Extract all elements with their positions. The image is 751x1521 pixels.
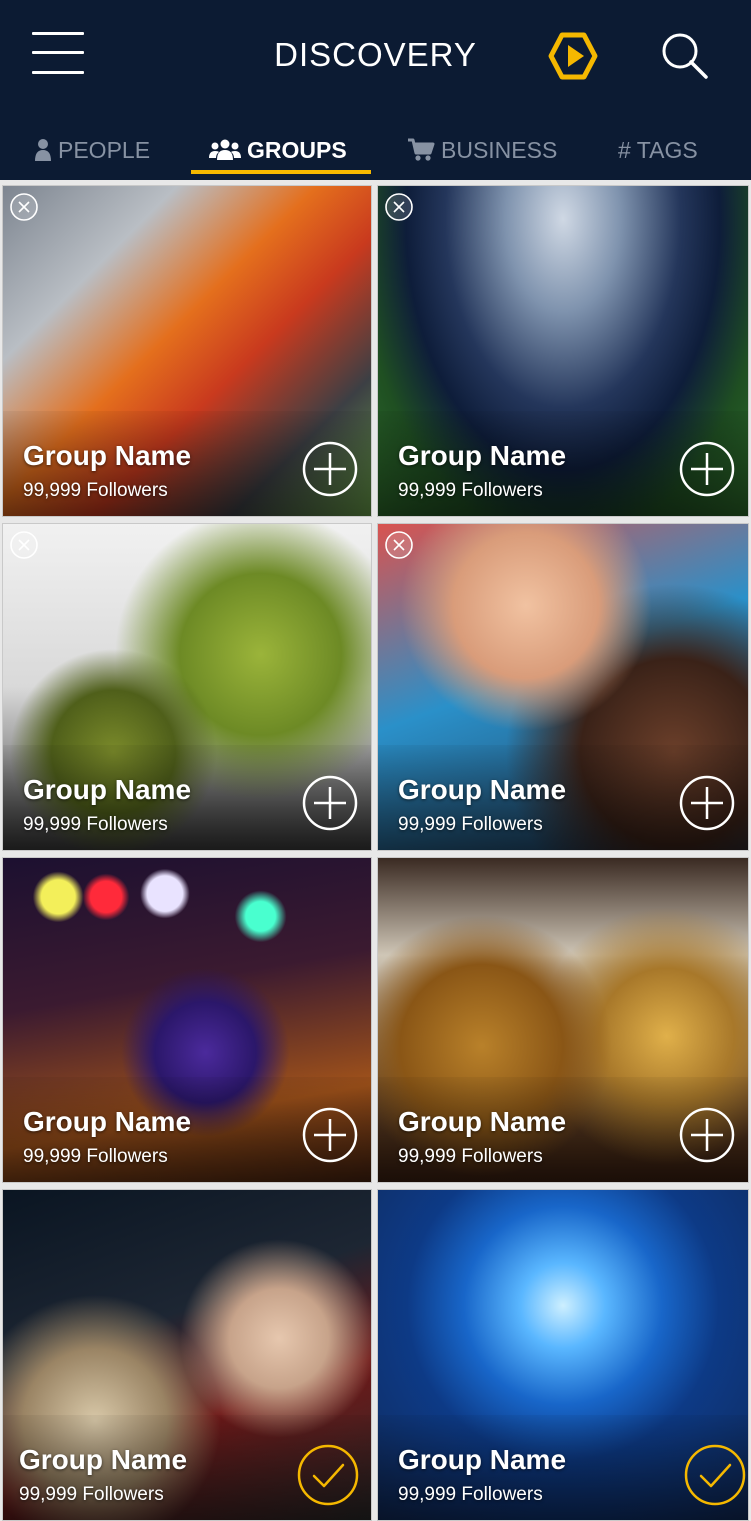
add-group-icon[interactable] <box>301 440 359 498</box>
joined-check-icon[interactable] <box>684 1444 746 1506</box>
add-group-icon[interactable] <box>678 1106 736 1164</box>
group-name: Group Name <box>19 1444 188 1475</box>
add-group-icon[interactable] <box>301 774 359 832</box>
add-group-icon[interactable] <box>301 1106 359 1164</box>
group-card[interactable]: Group Name 99,999 Followers <box>2 523 372 851</box>
followers-count: 99,999 Followers <box>23 814 168 835</box>
cart-icon <box>407 137 435 163</box>
group-card[interactable]: Group Name 99,999 Followers <box>2 857 372 1183</box>
followers-count: 99,999 Followers <box>398 1146 543 1167</box>
group-name: Group Name <box>398 774 567 805</box>
group-name: Group Name <box>23 440 192 471</box>
tab-business[interactable]: BUSINESS <box>407 132 557 168</box>
group-icon <box>209 139 241 161</box>
person-icon <box>34 138 52 162</box>
group-name: Group Name <box>398 440 567 471</box>
group-name: Group Name <box>23 774 192 805</box>
group-name: Group Name <box>398 1106 567 1137</box>
group-card[interactable]: Group Name 99,999 Followers <box>377 857 749 1183</box>
tab-people[interactable]: PEOPLE <box>34 132 150 168</box>
tab-groups[interactable]: GROUPS <box>209 132 347 168</box>
tab-tags[interactable]: # TAGS <box>618 132 698 168</box>
followers-count: 99,999 Followers <box>23 480 168 501</box>
group-card[interactable]: Group Name 99,999 Followers <box>377 1189 749 1521</box>
followers-count: 99,999 Followers <box>398 814 543 835</box>
add-group-icon[interactable] <box>678 774 736 832</box>
remove-icon[interactable] <box>384 530 414 560</box>
joined-check-icon[interactable] <box>297 1444 359 1506</box>
tab-label: PEOPLE <box>58 136 151 163</box>
active-tab-indicator <box>191 170 371 174</box>
group-card[interactable]: Group Name 99,999 Followers <box>2 185 372 517</box>
group-card[interactable]: Group Name 99,999 Followers <box>377 523 749 851</box>
group-card[interactable]: Group Name 99,999 Followers <box>377 185 749 517</box>
tab-label: BUSINESS <box>441 136 558 163</box>
search-icon[interactable] <box>660 31 708 79</box>
group-name: Group Name <box>398 1444 567 1475</box>
followers-count: 99,999 Followers <box>23 1146 168 1167</box>
followers-count: 99,999 Followers <box>19 1484 164 1505</box>
remove-icon[interactable] <box>9 192 39 222</box>
group-card[interactable]: Group Name 99,999 Followers <box>2 1189 372 1521</box>
tab-label: # TAGS <box>618 136 698 163</box>
group-name: Group Name <box>23 1106 192 1137</box>
remove-icon[interactable] <box>384 192 414 222</box>
followers-count: 99,999 Followers <box>398 480 543 501</box>
tab-label: GROUPS <box>247 136 347 163</box>
page-title: DISCOVERY <box>274 36 477 73</box>
add-group-icon[interactable] <box>678 440 736 498</box>
play-icon[interactable] <box>548 31 598 81</box>
followers-count: 99,999 Followers <box>398 1484 543 1505</box>
top-app-bar: DISCOVERY PEOPLE GROUPS BUSINESS # TAGS <box>0 0 751 180</box>
remove-icon[interactable] <box>9 530 39 560</box>
groups-grid: Group Name 99,999 Followers Group Name 9… <box>0 180 751 1521</box>
